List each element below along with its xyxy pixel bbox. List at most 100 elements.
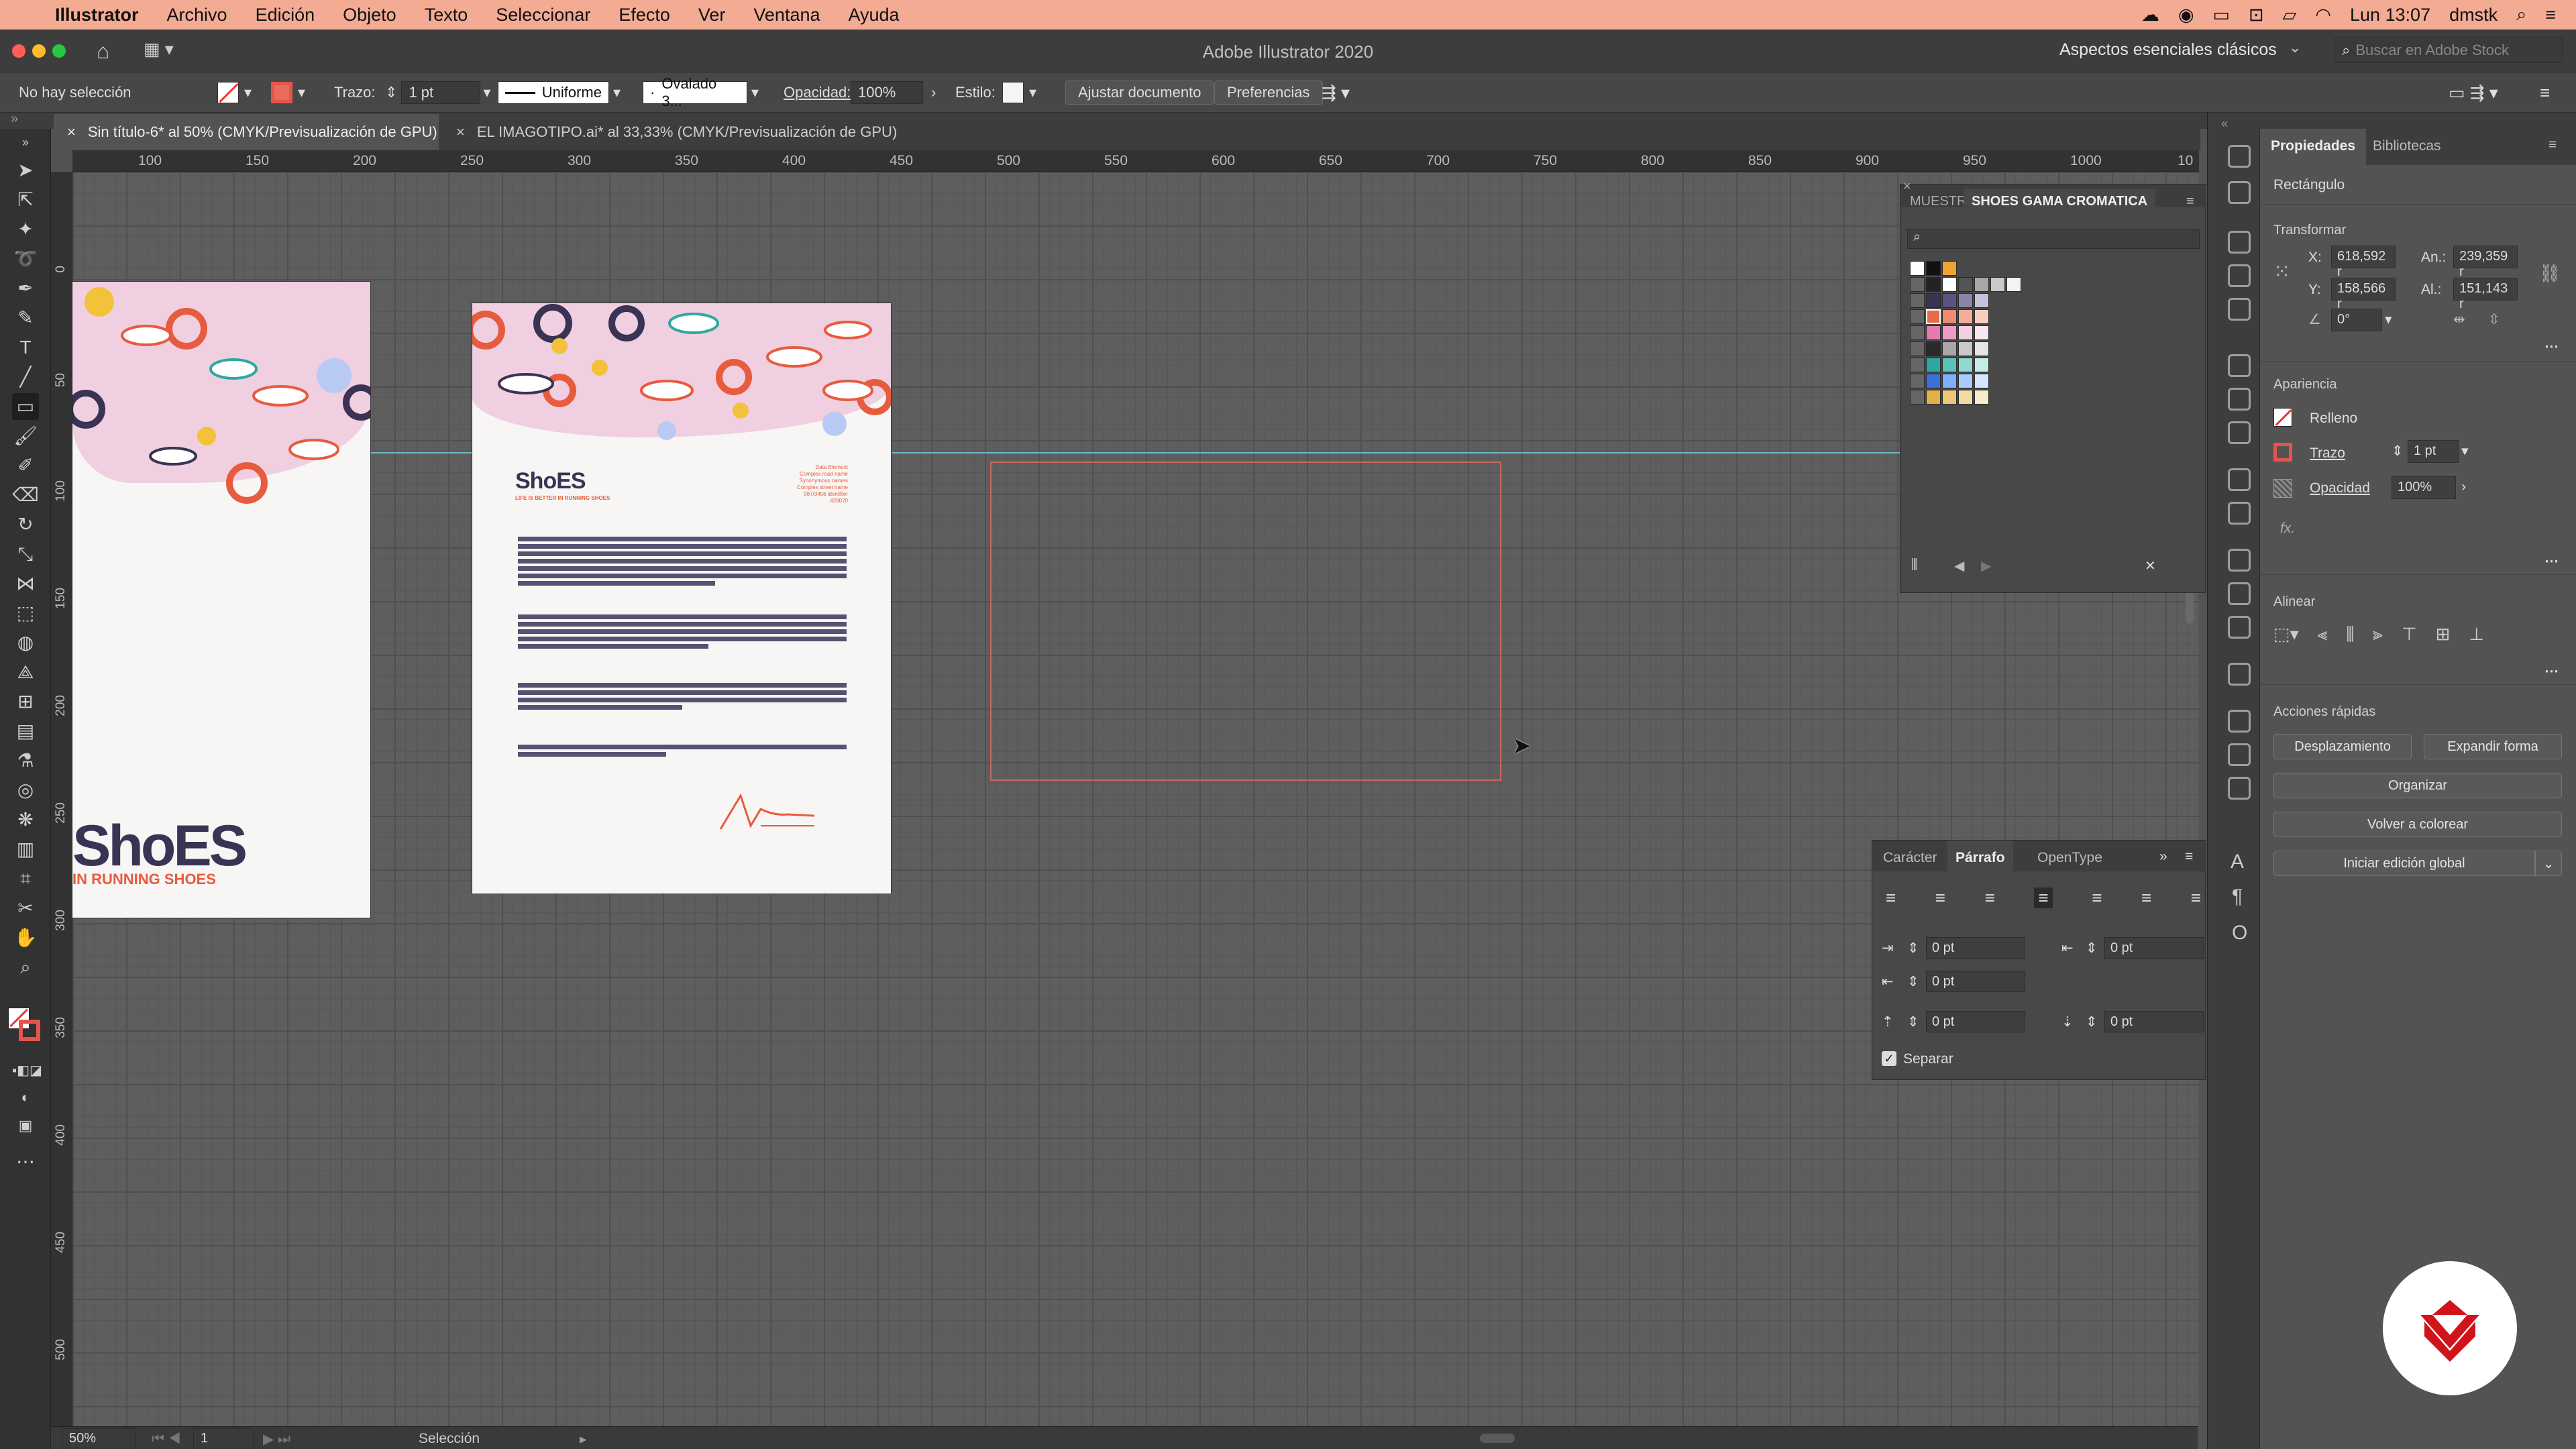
pen-tool-icon[interactable]: ✒	[12, 275, 39, 302]
folder-icon[interactable]	[1910, 309, 1925, 324]
justify-last-center-icon[interactable]: ≡	[2092, 888, 2102, 908]
right-indent-input[interactable]: 0 pt	[2104, 937, 2204, 959]
menu-ver[interactable]: Ver	[698, 5, 726, 25]
width-tool-icon[interactable]: ⋈	[12, 570, 39, 597]
chevron-down-icon[interactable]: ⌄	[2289, 39, 2301, 56]
direct-selection-tool-icon[interactable]: ⇱	[12, 186, 39, 213]
swatch[interactable]	[1958, 325, 1973, 340]
swatch[interactable]	[1958, 374, 1973, 388]
align-panel-icon[interactable]	[2228, 777, 2251, 800]
chevron-down-icon[interactable]: ▾	[483, 84, 490, 101]
swatch[interactable]	[1942, 390, 1957, 405]
zoom-level[interactable]: 50%	[62, 1428, 136, 1448]
chevron-right-icon[interactable]: ›	[931, 84, 936, 101]
expand-shape-button[interactable]: Expandir forma	[2424, 734, 2562, 759]
slice-tool-icon[interactable]: ✂	[12, 895, 39, 922]
brush-select[interactable]: · Ovalado 3...	[643, 75, 747, 109]
stepper-icon[interactable]: ⇕	[1907, 940, 1919, 957]
panel-menu-icon[interactable]: ≡	[2185, 849, 2193, 865]
stepper-icon[interactable]: ⇕	[1907, 1014, 1919, 1030]
transform-panel-icon[interactable]	[2228, 710, 2251, 733]
swatch[interactable]	[1942, 374, 1957, 388]
color-panel-icon[interactable]	[2228, 145, 2251, 168]
more-tools-icon[interactable]: ⋯	[12, 1148, 39, 1175]
menu-list-icon[interactable]: ≡	[2545, 5, 2556, 25]
stroke-profile-select[interactable]: Uniforme	[498, 81, 609, 104]
swatch[interactable]	[1926, 293, 1941, 308]
swatch[interactable]	[1974, 309, 1989, 324]
more-options-icon[interactable]: ⋯	[2544, 553, 2559, 570]
swatch[interactable]	[2006, 277, 2021, 292]
swatch[interactable]	[1926, 341, 1941, 356]
recolor-button[interactable]: Volver a colorear	[2273, 812, 2562, 837]
stepper-icon[interactable]: ⇕	[1907, 973, 1919, 990]
chevron-down-icon[interactable]: ▾	[2461, 443, 2469, 460]
selected-rectangle[interactable]	[990, 462, 1501, 781]
swatch[interactable]	[1926, 358, 1941, 372]
artboard-2[interactable]: ShoES LIFE IS BETTER IN RUNNING SHOES Da…	[472, 303, 891, 894]
height-input[interactable]: 151,143 r	[2453, 278, 2518, 311]
space-before-input[interactable]: 0 pt	[1926, 1011, 2025, 1032]
nav-arrows-next-icon[interactable]: ▶ ⏭	[263, 1431, 290, 1448]
width-input[interactable]: 239,359 r	[2453, 246, 2518, 279]
collapse-icon[interactable]: «	[2221, 117, 2228, 131]
pathfinder-icon[interactable]	[2228, 743, 2251, 766]
layers-panel-icon[interactable]	[2228, 549, 2251, 572]
flip-horizontal-icon[interactable]: ⇹	[2453, 311, 2465, 328]
artboard-tool-icon[interactable]: ⌗	[12, 865, 39, 892]
tab-swatches[interactable]: MUESTR	[1910, 194, 1966, 209]
style-swatch[interactable]	[1002, 82, 1024, 103]
creative-cloud-icon[interactable]: ◉	[2178, 5, 2194, 25]
unlink-icon[interactable]: ✕	[2145, 557, 2156, 574]
align-right-icon[interactable]: ≡	[1985, 888, 1995, 908]
fill-stroke-indicator[interactable]	[8, 1008, 43, 1045]
paragraph-panel-icon[interactable]: ¶	[2232, 885, 2243, 908]
swatch[interactable]	[1974, 277, 1989, 292]
opacity-input[interactable]: 100%	[851, 81, 923, 104]
cloud-icon[interactable]: ☁	[2141, 5, 2159, 25]
collapse-icon[interactable]: »	[11, 111, 18, 127]
next-library-icon[interactable]: ▶	[1981, 557, 1991, 574]
status-menu-icon[interactable]: ▸	[580, 1431, 587, 1448]
blend-tool-icon[interactable]: ◎	[12, 777, 39, 804]
panel-menu-icon[interactable]: ≡	[2186, 194, 2194, 209]
rotation-input[interactable]: 0°	[2331, 309, 2382, 331]
chevron-down-icon[interactable]: ▾	[1029, 84, 1036, 101]
fit-document-button[interactable]: Ajustar documento	[1065, 80, 1214, 105]
color-guide-icon[interactable]	[2228, 181, 2251, 204]
align-vcenter-icon[interactable]: ⊞	[2436, 624, 2451, 645]
stroke-swatch[interactable]: ▾	[271, 80, 305, 105]
stroke-label[interactable]: Trazo	[2310, 445, 2345, 462]
justify-last-right-icon[interactable]: ≡	[2141, 888, 2151, 908]
chevron-down-icon[interactable]: ▾	[751, 84, 759, 101]
graph-tool-icon[interactable]: ▥	[12, 836, 39, 863]
appearance-panel-icon[interactable]	[2228, 468, 2251, 491]
draw-mode-icon[interactable]: ◐	[12, 1084, 39, 1111]
artboard-number[interactable]: 1	[193, 1428, 254, 1448]
stroke-stepper-icon[interactable]: ⇕	[385, 84, 397, 101]
screen-mode-icon[interactable]: ▣	[12, 1112, 39, 1139]
swatch-black[interactable]	[1926, 261, 1941, 276]
opentype-panel-icon[interactable]: O	[2232, 922, 2247, 945]
swatch[interactable]	[1974, 325, 1989, 340]
swatch[interactable]	[1974, 341, 1989, 356]
line-tool-icon[interactable]: ╱	[12, 364, 39, 390]
stepper-icon[interactable]: ⇕	[2086, 940, 2098, 957]
wifi-icon[interactable]: ◠	[2315, 5, 2331, 25]
navigator-icon[interactable]	[2228, 663, 2251, 686]
folder-icon[interactable]	[1910, 358, 1925, 372]
brushes-panel-icon[interactable]	[2228, 264, 2251, 287]
free-transform-icon[interactable]: ⬚	[12, 600, 39, 627]
lasso-icon[interactable]: ➰	[12, 246, 39, 272]
stroke-weight-input[interactable]: 1 pt	[401, 81, 481, 104]
preferences-button[interactable]: Preferencias	[1214, 80, 1323, 105]
folder-icon[interactable]	[1910, 341, 1925, 356]
expand-icon[interactable]: »	[2159, 849, 2167, 865]
swatch[interactable]	[1942, 341, 1957, 356]
rectangle-tool-icon[interactable]: ▭	[12, 393, 39, 420]
menu-icon[interactable]: ≡	[2540, 80, 2550, 105]
fill-swatch[interactable]	[2273, 408, 2292, 427]
chevron-down-icon[interactable]: ⌄	[2535, 851, 2562, 876]
menu-seleccionar[interactable]: Seleccionar	[496, 5, 590, 25]
collapse-tools-icon[interactable]: »	[12, 136, 39, 149]
